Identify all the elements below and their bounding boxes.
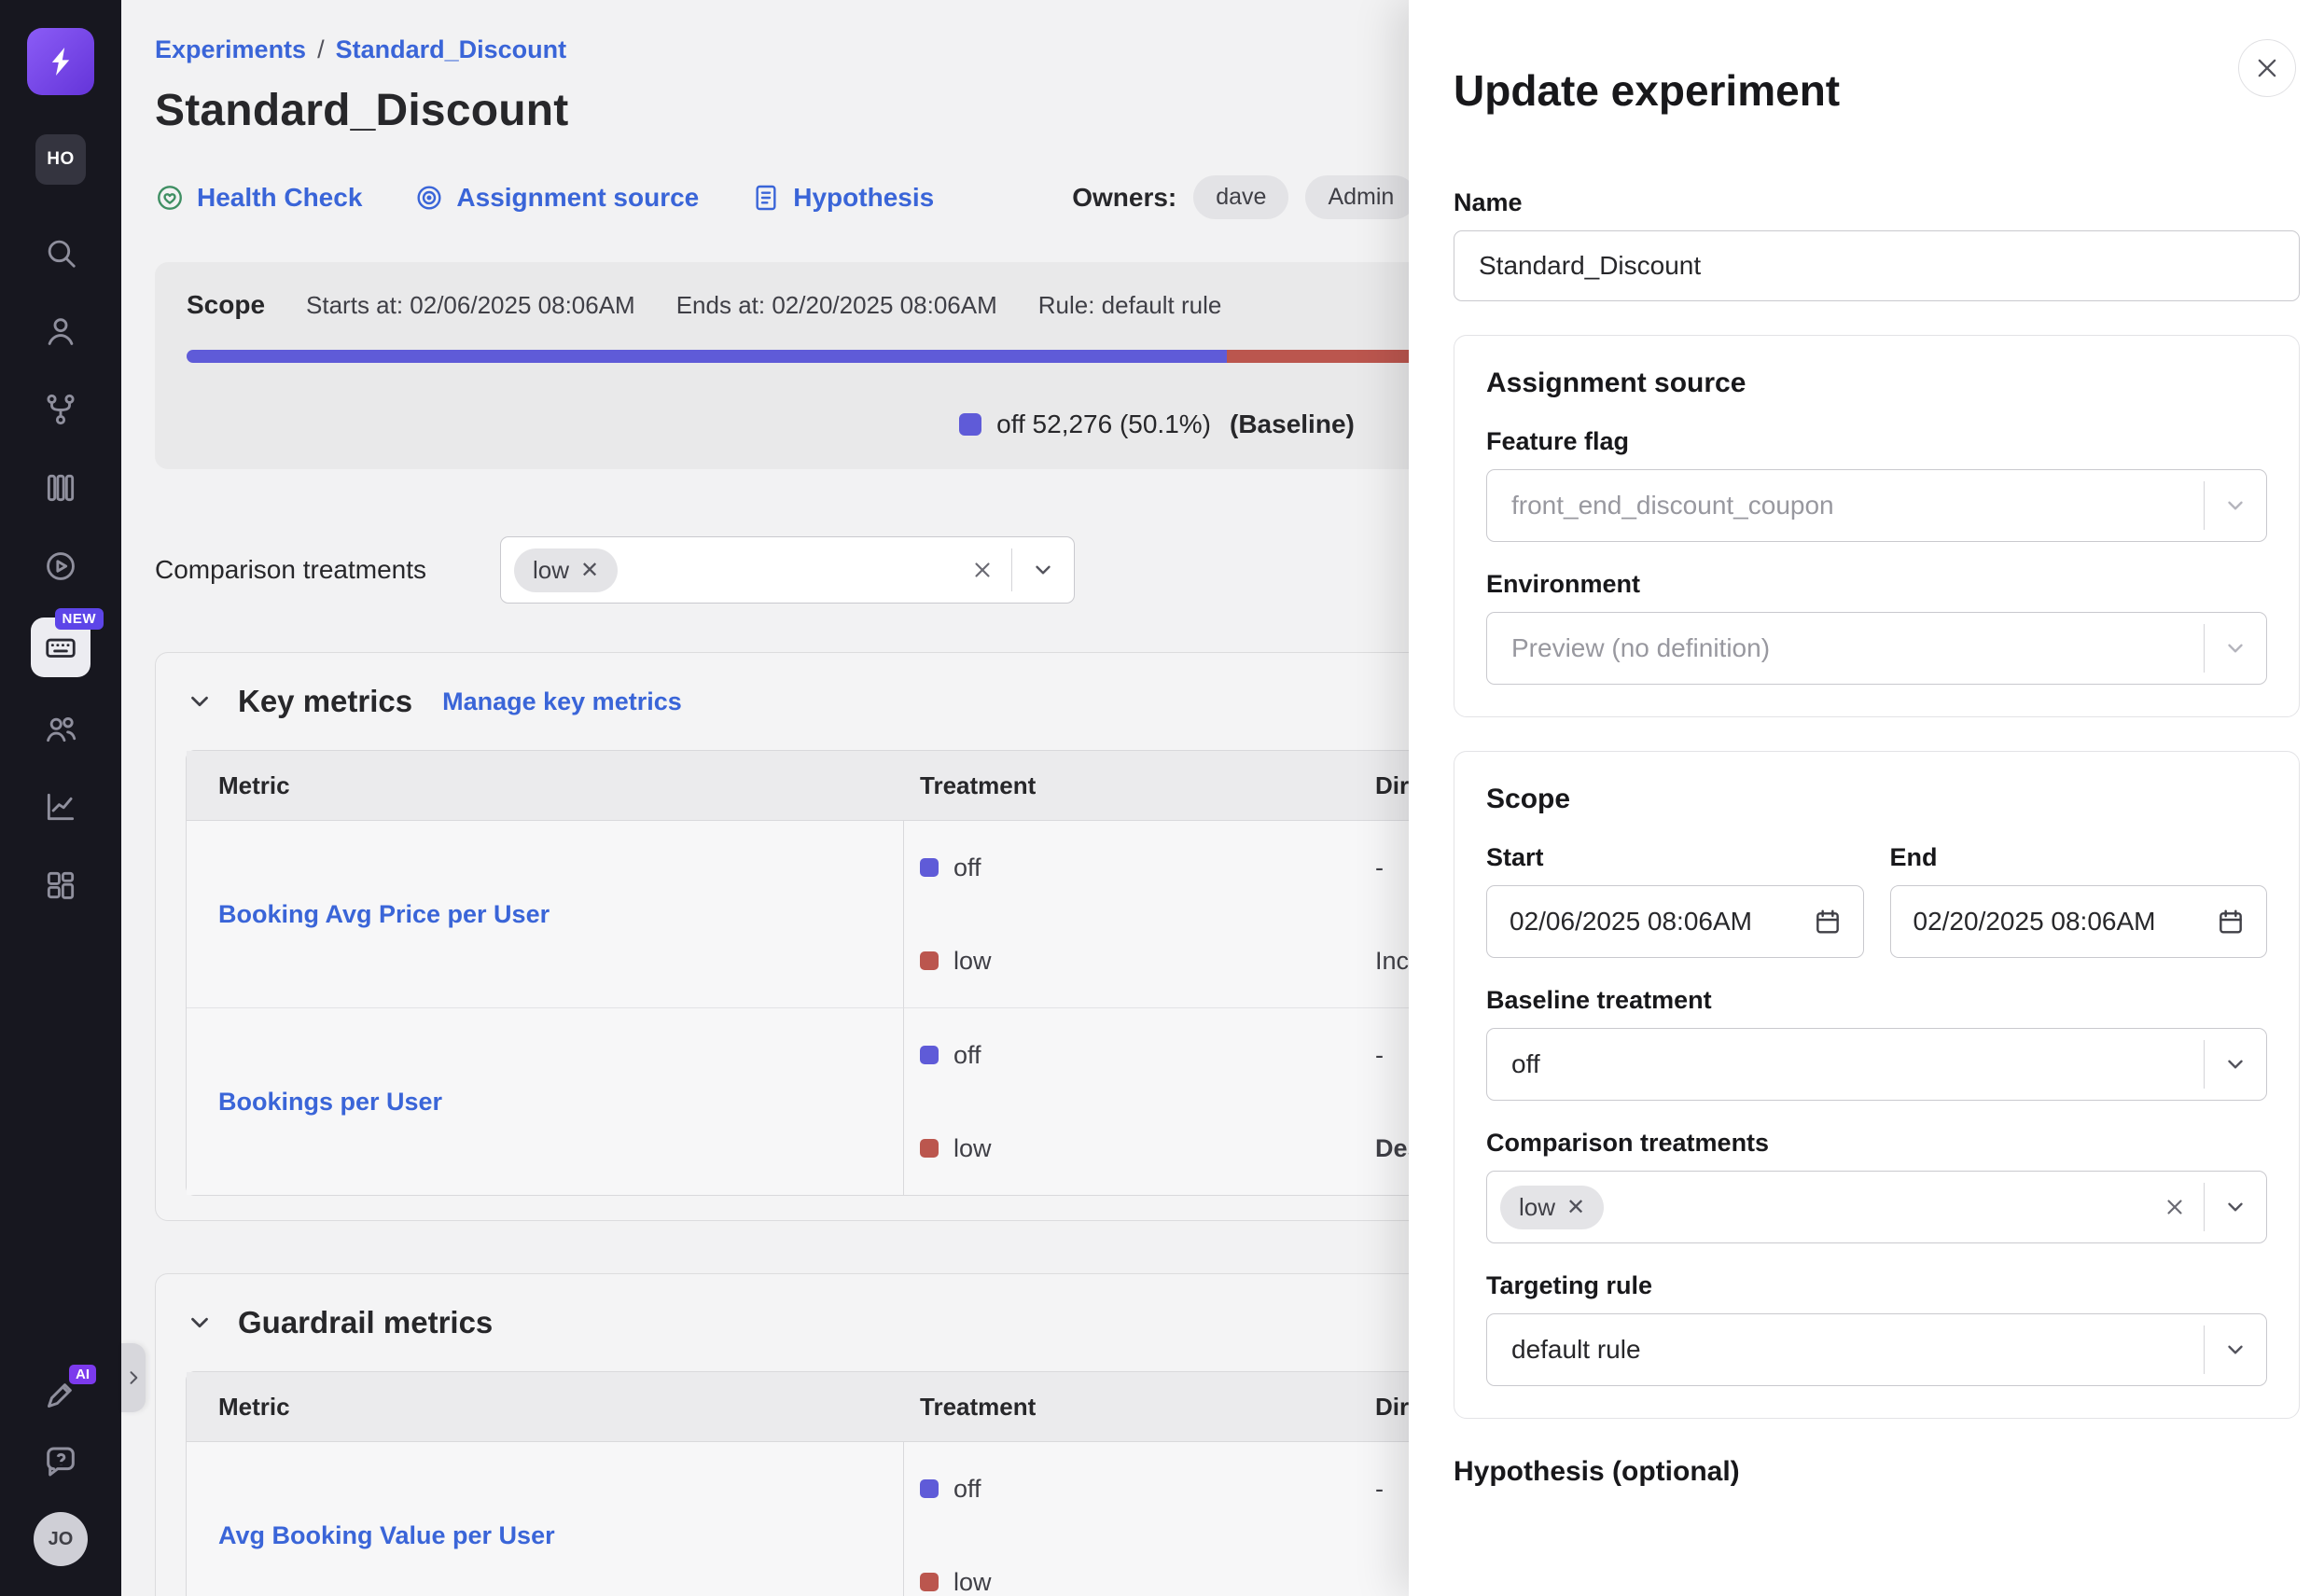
col-metric: Metric [187,1372,904,1442]
assignment-source-heading: Assignment source [1486,368,2267,399]
experiments-icon[interactable]: NEW [31,618,90,677]
owners: Owners: dave Admin [1072,175,1416,219]
calendar-icon[interactable] [2216,907,2246,937]
treatment-chip-low[interactable]: low ✕ [1500,1186,1604,1229]
analytics-icon[interactable] [34,780,88,834]
treatment-swatch-low [920,1139,939,1158]
clear-selection-icon[interactable] [953,558,1011,582]
chevron-down-icon[interactable] [2205,636,2266,660]
baseline-label: (Baseline) [1230,409,1355,439]
targeting-rule-select[interactable]: default rule [1486,1313,2267,1386]
health-check-icon [155,183,185,213]
dashboard-grid-icon[interactable] [34,858,88,912]
targeting-rule-label: Targeting rule [1486,1271,2267,1300]
play-icon[interactable] [34,539,88,593]
owner-pill[interactable]: dave [1193,175,1288,219]
key-metrics-title: Key metrics [238,684,412,719]
update-experiment-drawer: Update experiment Name Assignment source… [1409,0,2324,1596]
allocation-segment-off [187,350,1227,363]
scope-card-title: Scope [187,290,265,320]
comparison-treatments-select[interactable]: low ✕ [1486,1171,2267,1243]
metric-link[interactable]: Avg Booking Value per User [218,1521,555,1549]
treatment-swatch-off [920,1046,939,1064]
help-chat-icon[interactable] [42,1444,79,1486]
chip-remove-icon[interactable]: ✕ [580,557,599,584]
new-badge: NEW [55,608,104,630]
comparison-treatments-label: Comparison treatments [1486,1129,2267,1158]
close-icon[interactable] [2238,39,2296,97]
chip-remove-icon[interactable]: ✕ [1566,1194,1585,1221]
treatment-swatch-off [920,858,939,877]
feature-flag-label: Feature flag [1486,427,2267,456]
name-input[interactable] [1454,230,2300,301]
ai-badge: AI [69,1365,96,1384]
sidebar-bottom: AI JO [34,1376,88,1566]
manage-key-metrics-link[interactable]: Manage key metrics [442,687,682,716]
sidebar: HO NEW AI [0,0,121,1596]
end-label: End [1890,843,2268,872]
owners-label: Owners: [1072,183,1176,213]
hypothesis-doc-icon [751,183,781,213]
comparison-treatments-label: Comparison treatments [155,555,463,585]
workspace-avatar[interactable]: HO [35,134,86,185]
col-metric: Metric [187,751,904,821]
owner-pill[interactable]: Admin [1305,175,1416,219]
calendar-icon[interactable] [1813,907,1843,937]
hypothesis-heading: Hypothesis (optional) [1454,1456,2300,1488]
assignment-source-link[interactable]: Assignment source [414,183,699,213]
scope-starts-at: Starts at: 02/06/2025 08:06AM [306,291,635,320]
metric-link[interactable]: Booking Avg Price per User [218,900,550,928]
legend-swatch-off [959,413,981,436]
end-date-input[interactable]: 02/20/2025 08:06AM [1890,885,2268,958]
app-logo-icon[interactable] [27,28,94,95]
chevron-down-icon[interactable] [2205,493,2266,518]
sidebar-expand-handle[interactable] [121,1343,146,1412]
audiences-icon[interactable] [34,701,88,756]
collapse-chevron-icon[interactable] [186,1309,214,1337]
baseline-treatment-label: Baseline treatment [1486,986,2267,1015]
sidebar-nav: NEW [31,226,90,912]
flags-split-icon[interactable] [34,382,88,437]
environment-select[interactable]: Preview (no definition) [1486,612,2267,685]
health-check-link[interactable]: Health Check [155,183,362,213]
chevron-down-icon[interactable] [1012,558,1074,582]
treatment-swatch-low [920,951,939,970]
name-label: Name [1454,188,2300,217]
assignment-source-icon [414,183,444,213]
scope-rule: Rule: default rule [1038,291,1222,320]
start-date-input[interactable]: 02/06/2025 08:06AM [1486,885,1864,958]
drawer-title: Update experiment [1454,65,2300,116]
chevron-down-icon[interactable] [2205,1338,2266,1362]
treatment-chip-low[interactable]: low ✕ [514,548,618,592]
scope-ends-at: Ends at: 02/20/2025 08:06AM [676,291,997,320]
ai-assistant-icon[interactable]: AI [42,1376,79,1418]
collapse-chevron-icon[interactable] [186,687,214,715]
col-treatment: Treatment [904,1372,1359,1442]
user-avatar[interactable]: JO [34,1512,88,1566]
chevron-down-icon[interactable] [2205,1052,2266,1076]
chevron-down-icon[interactable] [2205,1195,2266,1219]
baseline-treatment-select[interactable]: off [1486,1028,2267,1101]
scope-card: Scope Start 02/06/2025 08:06AM End 02/20… [1454,751,2300,1419]
scope-heading: Scope [1486,784,2267,815]
legend-item-off: off 52,276 (50.1%) (Baseline) [959,409,1355,439]
breadcrumb-experiments[interactable]: Experiments [155,35,306,63]
assignment-source-card: Assignment source Feature flag front_end… [1454,335,2300,717]
start-label: Start [1486,843,1864,872]
treatment-swatch-off [920,1479,939,1498]
breadcrumb-experiment-name[interactable]: Standard_Discount [336,35,567,63]
clear-selection-icon[interactable] [2146,1195,2204,1219]
user-icon[interactable] [34,304,88,358]
guardrail-metrics-title: Guardrail metrics [238,1305,493,1340]
treatment-swatch-low [920,1573,939,1591]
col-treatment: Treatment [904,751,1359,821]
environment-label: Environment [1486,570,2267,599]
comparison-treatments-select[interactable]: low ✕ [500,536,1075,604]
metric-link[interactable]: Bookings per User [218,1088,442,1116]
columns-icon[interactable] [34,461,88,515]
hypothesis-link[interactable]: Hypothesis [751,183,934,213]
feature-flag-select[interactable]: front_end_discount_coupon [1486,469,2267,542]
search-icon[interactable] [34,226,88,280]
